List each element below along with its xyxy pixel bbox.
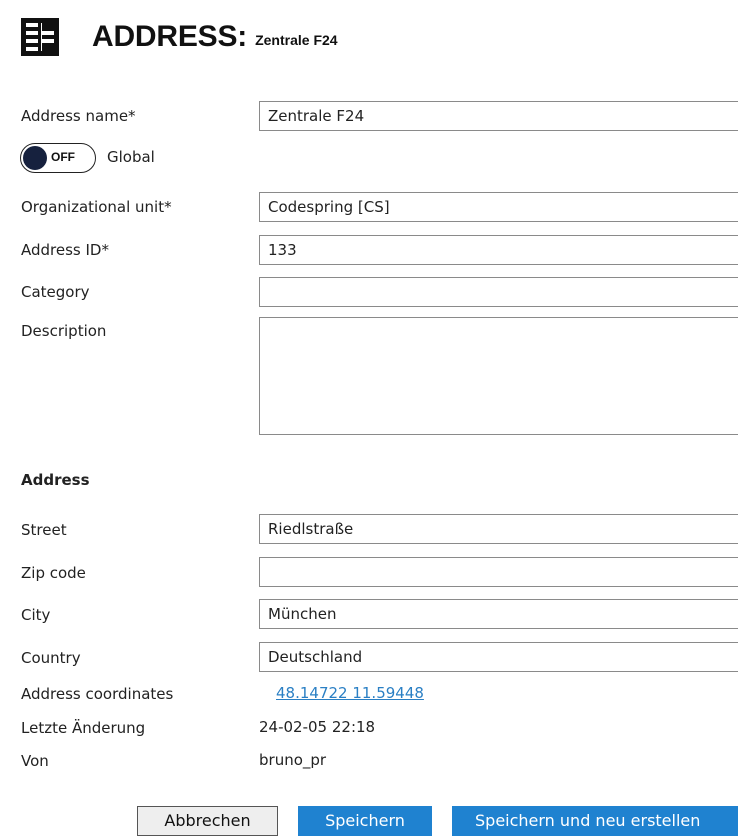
category-select[interactable] — [259, 277, 738, 307]
org-unit-label: Organizational unit* — [21, 198, 172, 216]
address-id-input[interactable] — [259, 235, 738, 265]
address-id-label: Address ID* — [21, 241, 109, 259]
address-name-label: Address name* — [21, 107, 136, 125]
zip-input[interactable] — [259, 557, 738, 587]
last-change-label: Letzte Änderung — [21, 719, 146, 737]
street-label: Street — [21, 521, 67, 539]
city-label: City — [21, 606, 51, 624]
page-subtitle: Zentrale F24 — [255, 32, 338, 48]
address-book-icon — [20, 17, 60, 57]
coordinates-link[interactable]: 48.14722 11.59448 — [276, 684, 424, 702]
last-change-value: 24-02-05 22:18 — [259, 718, 376, 736]
global-label: Global — [107, 148, 155, 166]
country-input[interactable] — [259, 642, 738, 672]
save-and-new-button[interactable]: Speichern und neu erstellen — [452, 806, 738, 836]
address-section-title: Address — [21, 471, 90, 489]
toggle-knob — [23, 146, 47, 170]
toggle-state: OFF — [51, 150, 75, 164]
by-label: Von — [21, 752, 49, 770]
page-title: ADDRESS: — [92, 20, 248, 53]
global-toggle[interactable]: OFF — [20, 143, 96, 173]
coordinates-label: Address coordinates — [21, 685, 174, 703]
org-unit-value: Codespring [CS] — [268, 198, 390, 216]
by-value: bruno_pr — [259, 751, 327, 769]
category-label: Category — [21, 283, 90, 301]
street-input[interactable] — [259, 514, 738, 544]
save-button[interactable]: Speichern — [298, 806, 432, 836]
org-unit-select[interactable]: Codespring [CS] — [259, 192, 738, 222]
zip-label: Zip code — [21, 564, 86, 582]
description-textarea[interactable] — [259, 317, 738, 435]
country-label: Country — [21, 649, 81, 667]
address-name-input[interactable] — [259, 101, 738, 131]
cancel-button[interactable]: Abbrechen — [137, 806, 278, 836]
city-input[interactable] — [259, 599, 738, 629]
description-label: Description — [21, 322, 107, 340]
page-header: ADDRESS: Zentrale F24 — [20, 14, 338, 60]
